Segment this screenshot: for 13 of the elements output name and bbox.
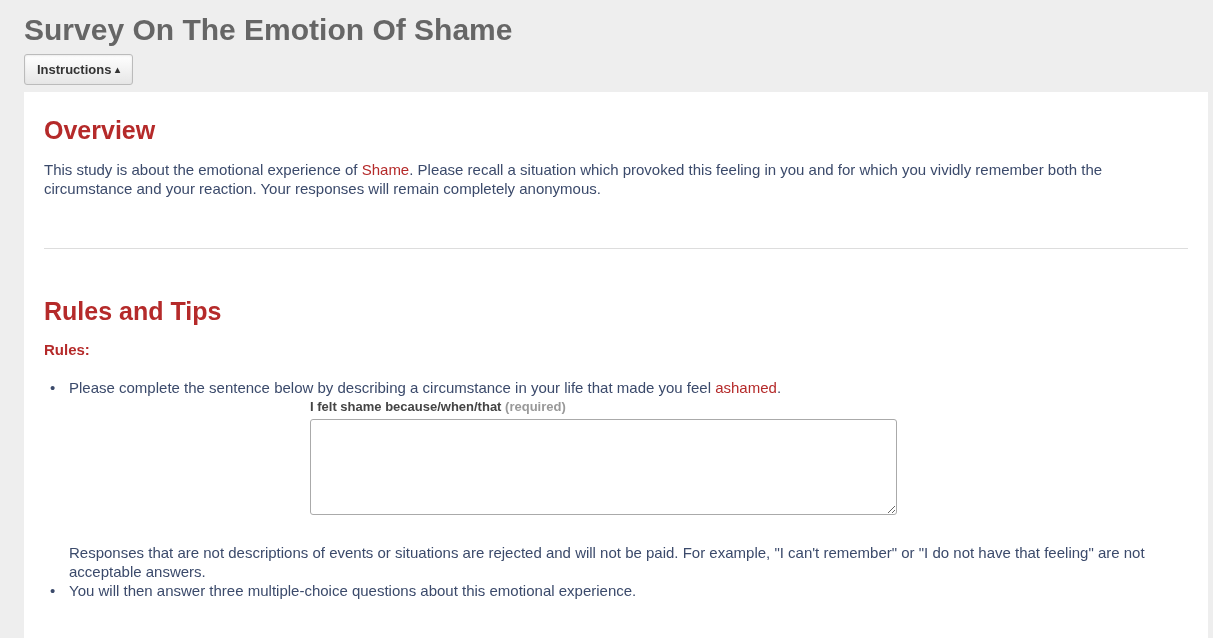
rule-note: Responses that are not descriptions of events or situations are rejected and will not be paid. For example, "I can't remember" or "I do not have that feeling" are not acceptable answers. [69, 543, 1146, 581]
bullet: • [50, 378, 57, 398]
instructions-button[interactable]: Instructions ▴ [24, 54, 134, 85]
page-title: Survey On The Emotion Of Shame [24, 12, 514, 48]
rules-subheading: Rules: [44, 341, 91, 358]
rule-text: Please complete the sentence below by describing a circumstance in your life that made you feel ashamed. [69, 379, 782, 396]
bullet: • [50, 581, 57, 600]
answer-box[interactable] [310, 419, 897, 515]
field-label: I felt shame because/when/that (required) [310, 398, 567, 416]
overview-text: This study is about the emotional experience of Shame. Please recall a situation which provoked this feeling in you and for which you vividly remember both the circumstance and your reaction. Your responses will remain completely anonymous. [44, 160, 1104, 198]
section-heading: Rules and Tips [44, 296, 223, 327]
rule-text: You will then answer three multiple-choice questions about this emotional experience. [69, 582, 637, 599]
section-heading: Overview [44, 115, 157, 146]
